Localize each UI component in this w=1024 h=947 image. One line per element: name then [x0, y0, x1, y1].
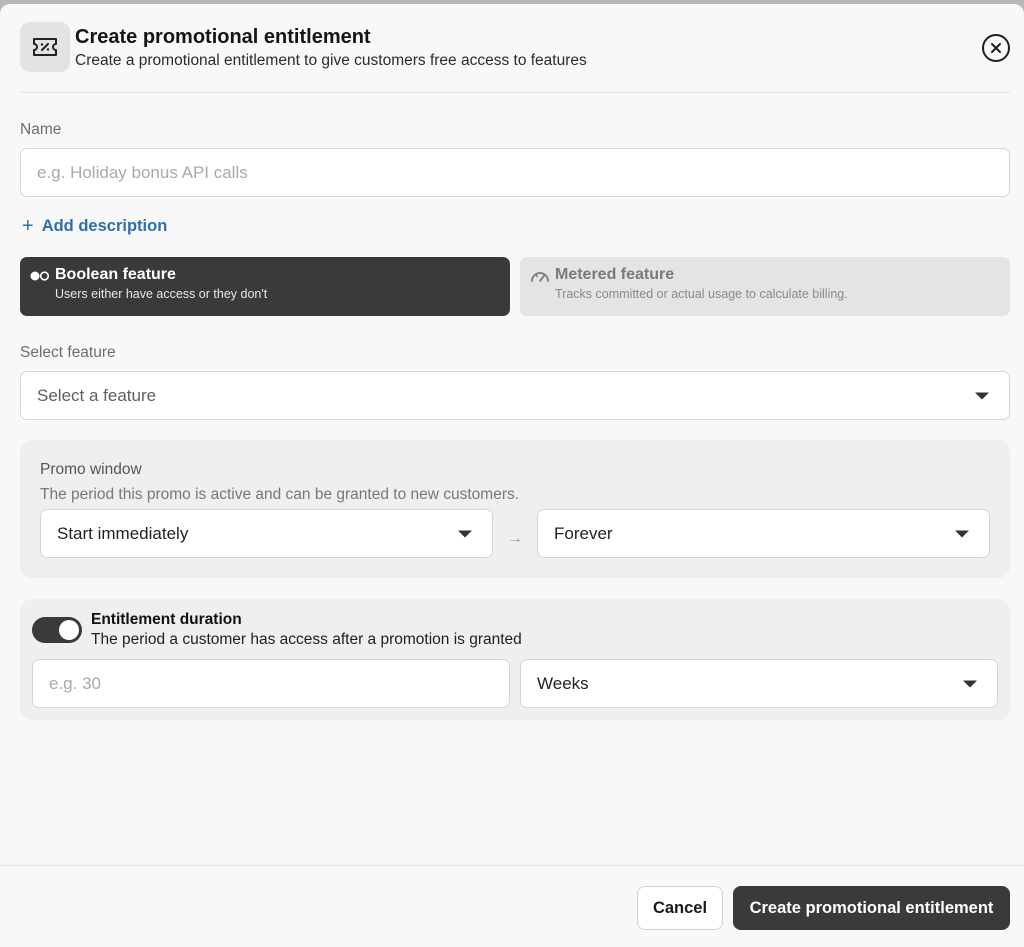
- dialog-header: Create promotional entitlement Create a …: [20, 22, 1010, 80]
- duration-unit-dropdown[interactable]: Weeks: [520, 659, 998, 708]
- entitlement-duration-title: Entitlement duration: [91, 611, 242, 628]
- promo-end-value: Forever: [554, 523, 613, 543]
- promo-start-dropdown[interactable]: Start immediately: [40, 509, 493, 558]
- chevron-down-icon: [975, 392, 989, 399]
- header-divider: [20, 92, 1010, 93]
- name-label: Name: [20, 121, 62, 138]
- duration-unit-value: Weeks: [537, 673, 589, 693]
- add-description-label: Add description: [41, 216, 168, 235]
- chevron-down-icon: [458, 530, 472, 537]
- gauge-icon: [530, 269, 550, 288]
- create-promo-dialog: Create promotional entitlement Create a …: [0, 4, 1024, 947]
- close-icon[interactable]: [982, 34, 1010, 62]
- promo-window-title: Promo window: [40, 461, 142, 478]
- metered-feature-option[interactable]: Metered feature Tracks committed or actu…: [520, 257, 1010, 316]
- create-promotional-entitlement-button[interactable]: Create promotional entitlement: [733, 886, 1010, 930]
- select-feature-dropdown[interactable]: Select a feature: [20, 371, 1010, 420]
- cancel-button[interactable]: Cancel: [637, 886, 723, 930]
- arrow-right-icon: →: [507, 530, 523, 547]
- toggle-knob: [59, 620, 79, 640]
- select-feature-label: Select feature: [20, 344, 116, 361]
- add-description-button[interactable]: + Add description: [22, 216, 167, 236]
- boolean-feature-title: Boolean feature: [55, 266, 176, 283]
- boolean-feature-subtitle: Users either have access or they don't: [55, 287, 268, 301]
- dialog-title: Create promotional entitlement: [75, 26, 371, 48]
- plus-icon: +: [22, 215, 34, 237]
- ticket-percent-icon: [20, 22, 70, 72]
- chevron-down-icon: [963, 680, 977, 687]
- promo-window-panel: Promo window The period this promo is ac…: [20, 440, 1010, 578]
- promo-start-value: Start immediately: [57, 523, 189, 543]
- entitlement-duration-toggle[interactable]: [32, 617, 82, 643]
- select-feature-value: Select a feature: [37, 385, 157, 405]
- boolean-feature-option[interactable]: Boolean feature Users either have access…: [20, 257, 510, 316]
- duration-amount-input[interactable]: e.g. 30: [32, 659, 510, 708]
- promo-end-dropdown[interactable]: Forever: [537, 509, 990, 558]
- toggle-dots-icon: [30, 269, 50, 287]
- metered-feature-title: Metered feature: [555, 266, 675, 283]
- footer-divider: [0, 865, 1024, 866]
- name-input[interactable]: e.g. Holiday bonus API calls: [20, 148, 1010, 197]
- chevron-down-icon: [955, 530, 969, 537]
- metered-feature-subtitle: Tracks committed or actual usage to calc…: [555, 287, 848, 301]
- promo-window-subtitle: The period this promo is active and can …: [40, 486, 520, 503]
- dialog-subtitle: Create a promotional entitlement to give…: [75, 52, 587, 69]
- entitlement-duration-subtitle: The period a customer has access after a…: [91, 631, 522, 648]
